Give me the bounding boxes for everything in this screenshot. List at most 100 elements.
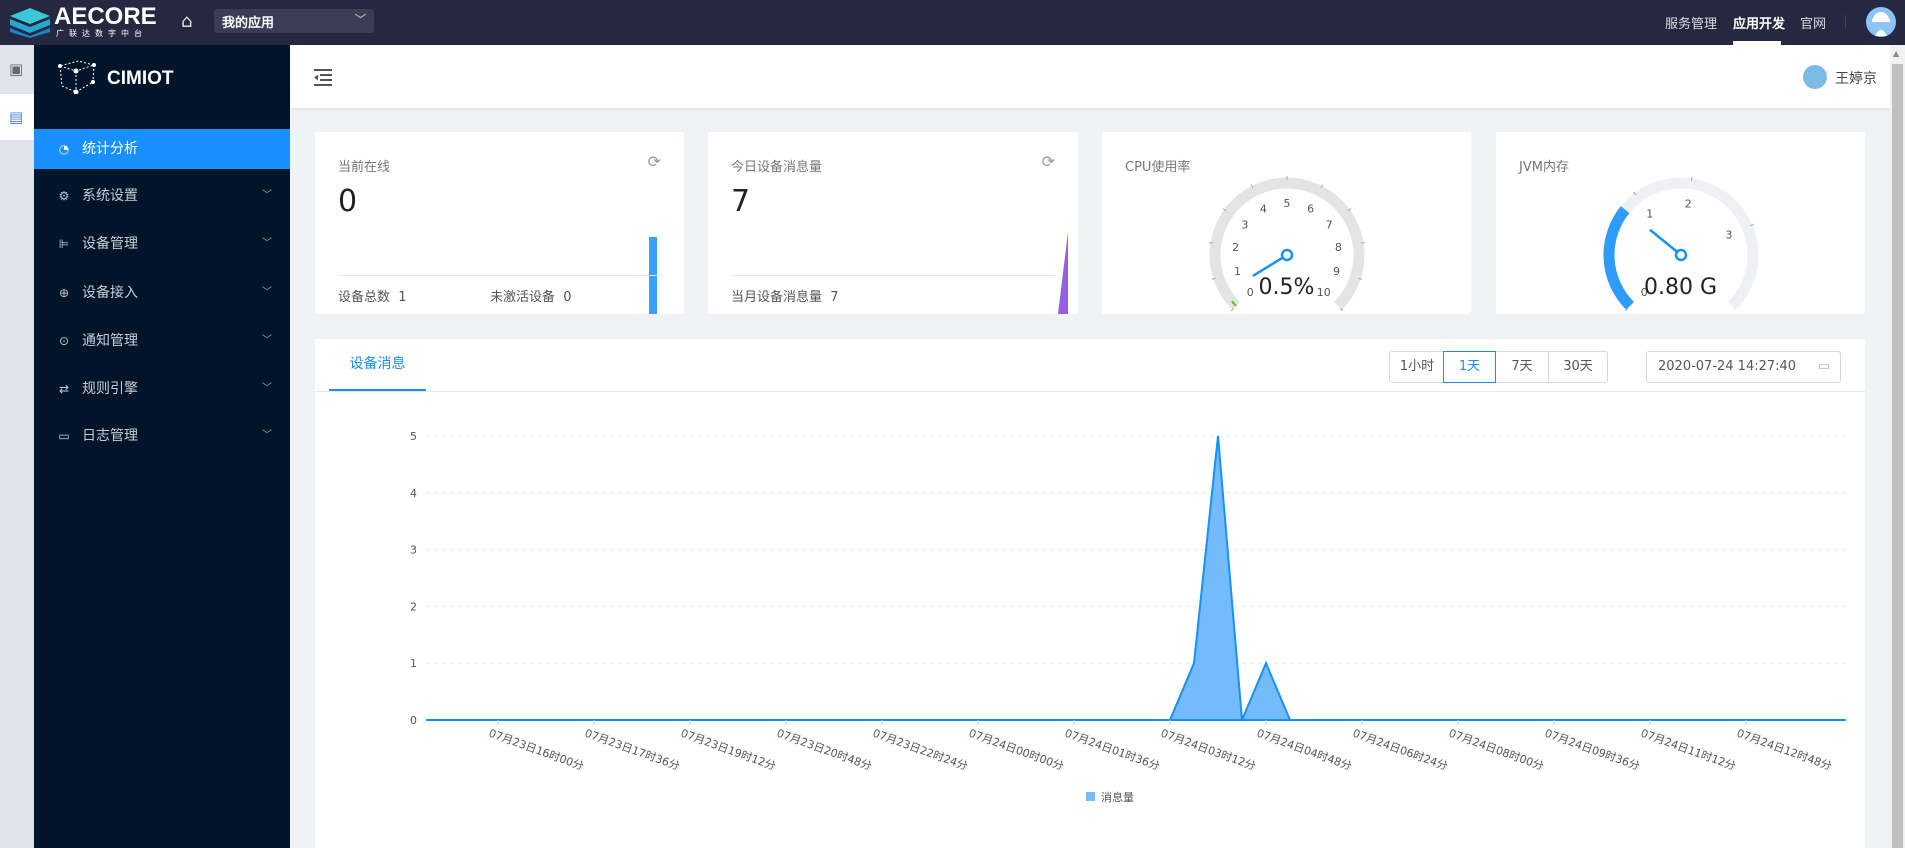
refresh-icon[interactable]: ⟳ bbox=[1042, 152, 1055, 171]
app-select-value: 我的应用 bbox=[222, 16, 275, 31]
messages-value: 7 bbox=[731, 184, 751, 219]
x-tick-label: 07月24日04时48分 bbox=[1255, 727, 1353, 773]
card-divider bbox=[338, 275, 663, 276]
chevron-down-icon: ﹀ bbox=[262, 287, 272, 298]
gauge-tick-label: 3 bbox=[1725, 229, 1732, 242]
x-tick-label: 07月24日08时00分 bbox=[1447, 727, 1545, 773]
x-tick-label: 07月24日11时12分 bbox=[1639, 727, 1737, 773]
y-tick-label: 4 bbox=[410, 487, 417, 500]
gauge-tick bbox=[1360, 242, 1366, 244]
user-name[interactable]: 王婷京 bbox=[1835, 68, 1877, 88]
legend-label: 消息量 bbox=[1101, 790, 1134, 804]
online-title: 当前在线 bbox=[338, 160, 391, 175]
sidebar-item-label: 系统设置 bbox=[82, 188, 138, 204]
y-tick-label: 1 bbox=[410, 657, 417, 670]
sidebar-item-notification[interactable]: ⊙ 通知管理 ﹀ bbox=[34, 321, 290, 361]
y-tick-label: 3 bbox=[410, 544, 417, 557]
x-tick-label: 07月24日03时12分 bbox=[1159, 727, 1257, 773]
jvm-value: 0.80 G bbox=[1643, 275, 1718, 300]
app-select[interactable]: 我的应用 ﹀ bbox=[214, 9, 374, 33]
online-card: 当前在线 ⟳ 0 设备总数 1 未激活设备 0 bbox=[315, 132, 684, 314]
gauge-tick bbox=[1208, 242, 1214, 244]
chevron-down-icon: ﹀ bbox=[262, 383, 272, 394]
gauge-tick bbox=[1690, 176, 1693, 181]
nav-divider bbox=[1845, 15, 1846, 29]
jvm-card: JVM内存 0123 0.80 G bbox=[1496, 132, 1865, 314]
sidebar-item-log-management[interactable]: ▭ 日志管理 ﹀ bbox=[34, 416, 290, 456]
cpu-card: CPU使用率 0 1 2 3 4 5 6 7 8 9 10 0.5% bbox=[1102, 132, 1471, 314]
device-total-label: 设备总数 bbox=[338, 290, 391, 305]
brand-name: CIMIOT bbox=[107, 68, 174, 89]
gauge-tick-label: 4 bbox=[1260, 203, 1267, 216]
home-icon[interactable]: ⌂ bbox=[181, 11, 192, 32]
sidebar-item-label: 通知管理 bbox=[82, 333, 138, 349]
sidebar-item-system-settings[interactable]: ⚙ 系统设置 ﹀ bbox=[34, 176, 290, 216]
legend-swatch bbox=[1086, 792, 1095, 801]
scrollbar-thumb[interactable] bbox=[1892, 64, 1903, 848]
sidebar-item-statistics[interactable]: ◔ 统计分析 bbox=[34, 129, 290, 169]
sidebar-item-label: 设备接入 bbox=[82, 285, 138, 301]
calendar-icon: ▭ bbox=[58, 429, 70, 443]
user-avatar[interactable] bbox=[1803, 65, 1827, 89]
x-tick-label: 07月24日00时00分 bbox=[967, 727, 1065, 773]
refresh-icon[interactable]: ⟳ bbox=[648, 152, 661, 171]
sidebar-item-label: 统计分析 bbox=[82, 141, 138, 157]
gauge-tick-label: 2 bbox=[1685, 198, 1692, 211]
chevron-down-icon: ﹀ bbox=[262, 190, 272, 201]
nav-app-development[interactable]: 应用开发 bbox=[1733, 13, 1785, 32]
messages-title: 今日设备消息量 bbox=[731, 160, 823, 175]
top-bar: AECORE 广联达数字中台 ⌂ 我的应用 ﹀ 服务管理 应用开发 官网 bbox=[0, 0, 1905, 45]
online-value: 0 bbox=[338, 184, 358, 219]
menu-fold-icon[interactable] bbox=[314, 69, 334, 86]
inactive-label: 未激活设备 bbox=[490, 290, 556, 305]
x-tick-label: 07月24日12时48分 bbox=[1735, 727, 1833, 773]
retweet-icon: ⇄ bbox=[58, 382, 70, 396]
message-icon: ⊙ bbox=[58, 334, 70, 348]
gear-icon: ⚙ bbox=[58, 189, 70, 203]
gauge-tick-label: 6 bbox=[1307, 203, 1314, 216]
dashboard-icon: ◔ bbox=[58, 142, 70, 156]
gauge-tick-label: 2 bbox=[1232, 241, 1239, 254]
x-tick-label: 07月23日20时48分 bbox=[775, 727, 873, 773]
logo-text[interactable]: AECORE bbox=[54, 3, 157, 31]
sidebar-item-label: 规则引擎 bbox=[82, 381, 138, 397]
range-1d-button[interactable]: 1天 bbox=[1443, 351, 1496, 383]
x-tick-label: 07月23日17时36分 bbox=[583, 727, 681, 773]
gauge-tick-label: 7 bbox=[1326, 218, 1333, 231]
cpu-value: 0.5% bbox=[1258, 275, 1315, 300]
app-grid-icon[interactable]: ▣ bbox=[9, 60, 23, 78]
x-tick-label: 07月24日06时24分 bbox=[1351, 727, 1449, 773]
aecore-logo-icon bbox=[10, 8, 50, 38]
x-tick-label: 07月24日01时36分 bbox=[1063, 727, 1161, 773]
device-total-value: 1 bbox=[398, 290, 407, 305]
cpu-title: CPU使用率 bbox=[1125, 160, 1191, 175]
scroll-up-arrow-icon[interactable]: ▲ bbox=[1893, 49, 1899, 58]
device-icon: ⊫ bbox=[58, 237, 70, 251]
x-tick-label: 07月24日09时36分 bbox=[1543, 727, 1641, 773]
card-divider bbox=[731, 275, 1057, 276]
nav-service-management[interactable]: 服务管理 bbox=[1665, 13, 1717, 32]
user-avatar-icon[interactable] bbox=[1866, 7, 1896, 37]
gauge-tick-label: 3 bbox=[1241, 218, 1248, 231]
x-tick-label: 07月23日19时12分 bbox=[679, 727, 777, 773]
content-header bbox=[290, 45, 1890, 108]
sidebar-item-label: 日志管理 bbox=[82, 428, 138, 444]
gauge-tick-label: 1 bbox=[1646, 207, 1653, 220]
messages-card: 今日设备消息量 ⟳ 7 当月设备消息量 7 bbox=[708, 132, 1078, 314]
logo-subtitle: 广联达数字中台 bbox=[56, 29, 147, 38]
chevron-down-icon: ﹀ bbox=[355, 13, 366, 26]
cimiot-cube-icon bbox=[58, 60, 96, 94]
sidebar-item-device-management[interactable]: ⊫ 设备管理 ﹀ bbox=[34, 224, 290, 264]
chevron-down-icon: ﹀ bbox=[262, 430, 272, 441]
left-rail bbox=[0, 45, 34, 848]
messages-mini-area bbox=[1058, 232, 1068, 314]
sidebar-item-rule-engine[interactable]: ⇄ 规则引擎 ﹀ bbox=[34, 369, 290, 409]
gauge-pivot bbox=[1280, 248, 1294, 262]
device-message-chart: 0 1 2 3 4 5 07月23日16时00分07月23日17时36分07月23日19时1… bbox=[410, 430, 1846, 804]
series-area bbox=[426, 436, 1842, 720]
nav-official-site[interactable]: 官网 bbox=[1800, 13, 1826, 32]
gauge-tick-label: 8 bbox=[1335, 241, 1342, 254]
x-tick-label: 07月23日22时24分 bbox=[871, 727, 969, 773]
app-window-icon[interactable]: ▤ bbox=[9, 108, 23, 126]
sidebar-item-device-access[interactable]: ⊕ 设备接入 ﹀ bbox=[34, 273, 290, 313]
